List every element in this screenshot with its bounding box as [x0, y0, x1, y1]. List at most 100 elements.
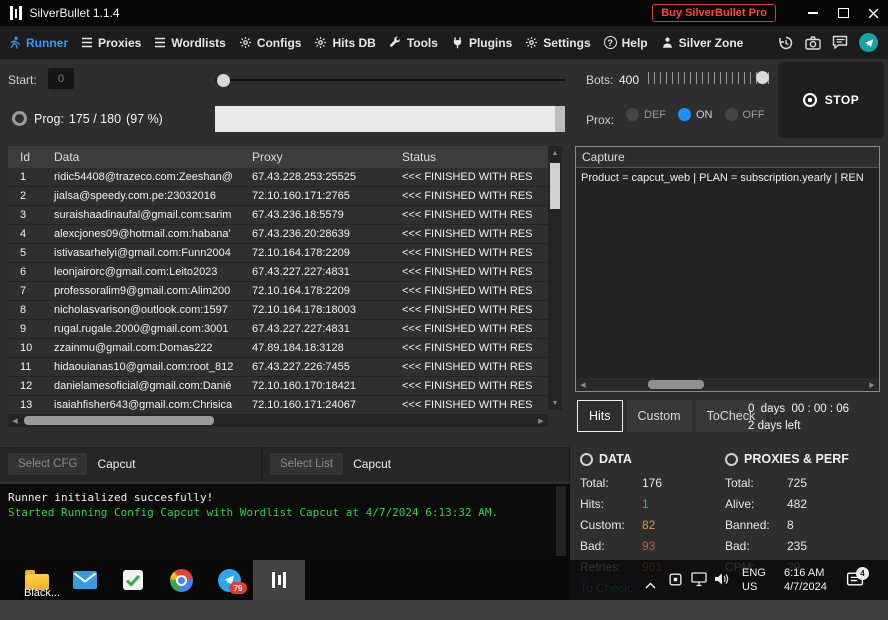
chrome-icon[interactable] — [169, 568, 193, 592]
app-icon-green[interactable] — [121, 568, 145, 592]
toolbar-item-tools[interactable]: Tools — [389, 36, 438, 50]
telegram-badge: 79 — [229, 582, 247, 594]
column-header-proxy[interactable]: Proxy — [246, 150, 396, 164]
chat-icon[interactable] — [832, 35, 848, 50]
toolbar-item-hits-db[interactable]: Hits DB — [314, 36, 375, 50]
slider-thumb[interactable] — [217, 74, 230, 87]
toolbar: Runner Proxies Wordlists Configs Hits DB Tool… — [0, 26, 888, 59]
cell-data: rugal.rugale.2000@gmail.com:3001 — [48, 323, 246, 335]
prox-option-def[interactable]: DEF — [626, 108, 666, 121]
prox-option-off[interactable]: OFF — [725, 108, 765, 121]
history-icon[interactable] — [778, 35, 794, 51]
toolbar-item-plugins[interactable]: Plugins — [451, 36, 512, 50]
start-slider[interactable] — [215, 72, 565, 88]
select-cfg-button[interactable]: Select CFG — [8, 453, 87, 475]
prox-option-on[interactable]: ON — [678, 108, 713, 121]
prox-label: Prox: — [586, 113, 614, 127]
silverbullet-taskbar-button[interactable] — [253, 560, 305, 600]
table-row[interactable]: 3suraishaadinaufal@gmail.com:sarim67.43.… — [8, 206, 548, 225]
toolbar-item-runner[interactable]: Runner — [8, 36, 68, 50]
start-input[interactable]: 0 — [48, 68, 74, 89]
scroll-thumb[interactable] — [648, 380, 704, 389]
cell-proxy: 67.43.236.20:28639 — [246, 228, 396, 240]
scroll-left-arrow[interactable]: ◀ — [576, 378, 590, 391]
log-scrollbar[interactable] — [556, 486, 566, 556]
results-table: IdDataProxyStatus 1ridic54408@trazeco.co… — [8, 146, 562, 410]
scroll-right-arrow[interactable]: ▶ — [865, 378, 879, 391]
select-list-button[interactable]: Select List — [270, 453, 343, 475]
stop-button[interactable]: STOP — [778, 62, 884, 138]
toolbar-item-wordlists[interactable]: Wordlists — [154, 36, 225, 50]
table-body: 1ridic54408@trazeco.com:Zeeshan@67.43.22… — [8, 168, 562, 410]
stat-value: 8 — [787, 518, 794, 532]
bots-slider[interactable] — [648, 68, 772, 88]
table-row[interactable]: 9rugal.rugale.2000@gmail.com:300167.43.2… — [8, 320, 548, 339]
data-ring-icon — [580, 453, 593, 466]
column-header-status[interactable]: Status — [396, 150, 548, 164]
close-button[interactable] — [858, 0, 888, 26]
tray-display-icon[interactable] — [691, 572, 707, 592]
capture-hscrollbar[interactable]: ◀ ▶ — [576, 378, 879, 391]
table-row[interactable]: 2jialsa@speedy.com.pe:2303201672.10.160.… — [8, 187, 548, 206]
proxy-panel-title: PROXIES & PERF — [744, 452, 849, 466]
table-row[interactable]: 1ridic54408@trazeco.com:Zeeshan@67.43.22… — [8, 168, 548, 187]
scroll-right-arrow[interactable]: ▶ — [534, 414, 548, 427]
column-header-data[interactable]: Data — [48, 150, 246, 164]
proxies-ring-icon — [725, 453, 738, 466]
table-hscrollbar[interactable]: ◀ ▶ — [8, 414, 548, 427]
telegram-taskbar-icon[interactable]: 79 — [217, 568, 241, 592]
scroll-left-arrow[interactable]: ◀ — [8, 414, 22, 427]
scroll-thumb[interactable] — [550, 163, 560, 209]
toolbar-item-settings[interactable]: Settings — [525, 36, 590, 50]
toolbar-item-help[interactable]: ?Help — [604, 36, 648, 50]
cell-id: 10 — [8, 342, 48, 354]
list-icon — [154, 37, 166, 48]
toolbar-item-proxies[interactable]: Proxies — [81, 36, 141, 50]
tray-stop-icon[interactable] — [668, 572, 683, 592]
table-row[interactable]: 8nicholasvarison@outlook.com:159772.10.1… — [8, 301, 548, 320]
telegram-icon[interactable] — [859, 33, 878, 52]
buy-pro-button[interactable]: Buy SilverBullet Pro — [652, 4, 776, 22]
gear-icon — [525, 36, 538, 49]
language-indicator[interactable]: ENG US — [742, 566, 766, 594]
table-row[interactable]: 7professoralim9@gmail.com:Alim20072.10.1… — [8, 282, 548, 301]
cell-proxy: 72.10.164.178:18003 — [246, 304, 396, 316]
wrench-icon — [389, 36, 402, 49]
prox-option-label: DEF — [644, 109, 666, 121]
scroll-up-arrow[interactable]: ▲ — [548, 146, 562, 160]
scroll-thumb[interactable] — [24, 416, 214, 425]
cell-data: suraishaadinaufal@gmail.com:sarim — [48, 209, 246, 221]
desktop-icon-label[interactable]: Black... — [24, 587, 60, 599]
progress-fill — [215, 106, 555, 132]
minimize-button[interactable] — [798, 0, 828, 26]
scroll-down-arrow[interactable]: ▼ — [548, 396, 562, 410]
camera-icon[interactable] — [805, 36, 821, 50]
table-vscrollbar[interactable]: ▲ ▼ — [548, 146, 562, 410]
cell-status: <<< FINISHED WITH RES — [396, 209, 548, 221]
slider-thumb[interactable] — [756, 71, 769, 84]
table-row[interactable]: 13isaiahfisher643@gmail.com:Chrisica72.1… — [8, 396, 548, 410]
table-row[interactable]: 4alexcjones09@hotmail.com:habana'67.43.2… — [8, 225, 548, 244]
mail-icon[interactable] — [73, 568, 97, 592]
prox-group: DEF ON OFF — [626, 108, 765, 121]
radio-icon — [626, 108, 639, 121]
cell-proxy: 72.10.160.170:18421 — [246, 380, 396, 392]
tab-hits[interactable]: Hits — [577, 400, 623, 432]
action-center-icon[interactable]: 4 — [846, 571, 864, 593]
clock[interactable]: 6:16 AM 4/7/2024 — [784, 566, 827, 594]
tray-chevron-icon[interactable] — [645, 576, 656, 594]
toolbar-item-configs[interactable]: Configs — [239, 36, 302, 50]
table-row[interactable]: 10zzainmu@gmail.com:Domas22247.89.184.18… — [8, 339, 548, 358]
table-row[interactable]: 6leonjairorc@gmail.com:Leito202367.43.22… — [8, 263, 548, 282]
cell-proxy: 67.43.236.18:5579 — [246, 209, 396, 221]
window-title: SilverBullet 1.1.4 — [30, 6, 120, 20]
tab-custom[interactable]: Custom — [627, 400, 692, 432]
tray-volume-icon[interactable] — [713, 572, 729, 591]
titlebar[interactable]: SilverBullet 1.1.4 Buy SilverBullet Pro — [0, 0, 888, 26]
column-header-id[interactable]: Id — [8, 150, 48, 164]
toolbar-item-silver-zone[interactable]: Silver Zone — [661, 36, 744, 50]
table-row[interactable]: 5istivasarhelyi@gmail.com:Funn200472.10.… — [8, 244, 548, 263]
maximize-button[interactable] — [828, 0, 858, 26]
table-row[interactable]: 11hidaouianas10@gmail.com:root_81267.43.… — [8, 358, 548, 377]
table-row[interactable]: 12danielamesoficial@gmail.com:Danié72.10… — [8, 377, 548, 396]
